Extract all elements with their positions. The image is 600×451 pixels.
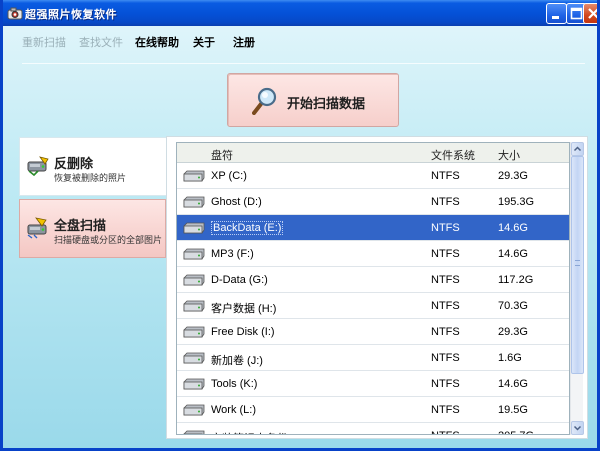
drive-filesystem: NTFS xyxy=(431,326,460,338)
tab-undelete-title: 反删除 xyxy=(54,156,94,171)
drive-filesystem: NTFS xyxy=(431,352,460,364)
hard-disk-icon xyxy=(182,170,206,185)
drive-size: 29.3G xyxy=(498,170,528,182)
menu-find-files[interactable]: 查找文件 xyxy=(79,34,123,50)
drive-filesystem: NTFS xyxy=(431,404,460,416)
drive-recover-icon xyxy=(27,156,49,177)
minimize-icon xyxy=(552,16,559,19)
drive-name: D-Data (G:) xyxy=(211,274,268,286)
drive-list-panel: 盘符 文件系统 大小 XP (C:) NTFS 29.3G Ghost (D:) NTF… xyxy=(166,136,588,439)
start-scan-label: 开始扫描数据 xyxy=(287,96,366,111)
hard-disk-icon xyxy=(182,300,206,315)
hard-disk-icon xyxy=(182,352,206,367)
drive-size: 19.5G xyxy=(498,404,528,416)
drive-filesystem: NTFS xyxy=(431,300,460,312)
menu-about[interactable]: 关于 xyxy=(193,34,215,50)
scroll-up-button[interactable] xyxy=(571,142,584,156)
tab-full-scan[interactable]: 全盘扫描 扫描硬盘或分区的全部图片 xyxy=(19,199,166,258)
menu-divider xyxy=(22,63,585,64)
arrow-up-icon xyxy=(573,146,582,152)
start-scan-button[interactable]: 开始扫描数据 xyxy=(227,73,399,127)
menu-online-help[interactable]: 在线帮助 xyxy=(135,34,179,50)
menu-rescan[interactable]: 重新扫描 xyxy=(22,34,66,50)
minimize-button[interactable] xyxy=(546,3,567,24)
drive-row[interactable]: Ghost (D:) NTFS 195.3G xyxy=(177,189,569,215)
drive-name: Tools (K:) xyxy=(211,378,258,390)
drive-filesystem: NTFS xyxy=(431,248,460,260)
drive-size: 70.3G xyxy=(498,300,528,312)
drive-filesystem: NTFS xyxy=(431,170,460,182)
drive-row[interactable]: Tools (K:) NTFS 14.6G xyxy=(177,371,569,397)
drive-size: 14.6G xyxy=(498,378,528,390)
drive-name: MP3 (F:) xyxy=(211,248,254,260)
drive-filesystem: NTFS xyxy=(431,430,460,434)
scroll-thumb[interactable] xyxy=(571,156,584,374)
drive-name: Work (L:) xyxy=(211,404,257,416)
column-header-drive[interactable]: 盘符 xyxy=(211,147,233,163)
hard-disk-icon xyxy=(182,404,206,419)
drive-name: Ghost (D:) xyxy=(211,196,262,208)
hard-disk-icon xyxy=(182,378,206,393)
table-header: 盘符 文件系统 大小 xyxy=(177,143,569,163)
drive-size: 14.6G xyxy=(498,222,528,234)
drive-filesystem: NTFS xyxy=(431,378,460,390)
drive-name: XP (C:) xyxy=(211,170,247,182)
drive-size: 205.7G xyxy=(498,430,534,434)
hard-disk-icon xyxy=(182,326,206,341)
close-icon xyxy=(588,8,597,19)
drive-row[interactable]: 客户数据 (H:) NTFS 70.3G xyxy=(177,293,569,319)
drive-table: 盘符 文件系统 大小 XP (C:) NTFS 29.3G Ghost (D:) NTF… xyxy=(176,142,570,435)
drive-name: 客户数据 (H:) xyxy=(211,303,277,315)
drive-size: 14.6G xyxy=(498,248,528,260)
arrow-down-icon xyxy=(573,425,582,431)
tab-undelete-desc: 恢复被删除的照片 xyxy=(54,173,127,183)
scroll-down-button[interactable] xyxy=(571,421,584,435)
column-header-size[interactable]: 大小 xyxy=(498,147,520,163)
drive-name: 新加卷 (J:) xyxy=(211,355,263,367)
tab-undelete[interactable]: 反删除 恢复被删除的照片 xyxy=(19,137,166,196)
hard-disk-icon xyxy=(182,196,206,211)
hard-disk-icon xyxy=(182,248,206,263)
magnifier-icon xyxy=(252,87,277,115)
tab-full-scan-title: 全盘扫描 xyxy=(54,218,107,233)
drive-size: 1.6G xyxy=(498,352,522,364)
app-window: 超强照片恢复软件 重新扫描 查找文件 在线帮助 关于 注册 开始扫描数据 反删除… xyxy=(0,0,600,451)
drive-filesystem: NTFS xyxy=(431,222,460,234)
drive-row[interactable]: D-Data (G:) NTFS 117.2G xyxy=(177,267,569,293)
title-bar[interactable]: 超强照片恢复软件 xyxy=(3,0,597,26)
drive-size: 29.3G xyxy=(498,326,528,338)
drive-name: 安装笔记本备份 (M:) xyxy=(211,430,311,434)
drive-name: BackData (E:) xyxy=(211,221,284,235)
hard-disk-icon xyxy=(182,222,206,237)
tab-full-scan-desc: 扫描硬盘或分区的全部图片 xyxy=(54,235,163,245)
hard-disk-icon xyxy=(182,274,206,289)
drive-row[interactable]: MP3 (F:) NTFS 14.6G xyxy=(177,241,569,267)
drive-rows: XP (C:) NTFS 29.3G Ghost (D:) NTFS 195.3G Back… xyxy=(177,163,569,434)
drive-filesystem: NTFS xyxy=(431,274,460,286)
drive-row[interactable]: XP (C:) NTFS 29.3G xyxy=(177,163,569,189)
drive-row[interactable]: Free Disk (I:) NTFS 29.3G xyxy=(177,319,569,345)
window-title: 超强照片恢复软件 xyxy=(25,9,117,21)
drive-scan-icon xyxy=(27,217,47,239)
vertical-scrollbar[interactable] xyxy=(570,142,584,435)
drive-size: 195.3G xyxy=(498,196,535,208)
close-button[interactable] xyxy=(583,3,597,24)
drive-name: Free Disk (I:) xyxy=(211,326,275,338)
drive-filesystem: NTFS xyxy=(431,196,460,208)
drive-row[interactable]: 安装笔记本备份 (M:) NTFS 205.7G xyxy=(177,423,569,434)
drive-size: 117.2G xyxy=(498,274,534,286)
drive-row[interactable]: Work (L:) NTFS 19.5G xyxy=(177,397,569,423)
drive-row[interactable]: BackData (E:) NTFS 14.6G xyxy=(177,215,569,241)
menu-register[interactable]: 注册 xyxy=(233,34,255,50)
hard-disk-icon xyxy=(182,430,206,434)
column-header-filesystem[interactable]: 文件系统 xyxy=(431,147,475,163)
drive-row[interactable]: 新加卷 (J:) NTFS 1.6G xyxy=(177,345,569,371)
app-icon xyxy=(7,7,23,20)
